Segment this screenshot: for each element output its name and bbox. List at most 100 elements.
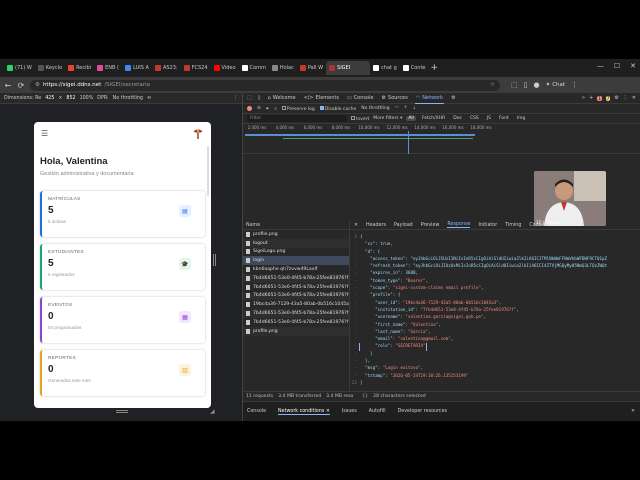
filter-type-css[interactable]: CSS xyxy=(468,116,481,121)
more-tabs-icon[interactable]: » xyxy=(582,95,585,101)
request-row[interactable]: profile.png xyxy=(243,326,349,336)
url-field[interactable]: ⚙ https://sigei.ddns.net/SIGEI/secretari… xyxy=(30,79,500,91)
close-icon[interactable]: ✕ xyxy=(630,62,636,70)
request-row[interactable]: SigeiLogo.png xyxy=(243,248,349,257)
card-eventos[interactable]: EVENTOS 0 54 programados ▦ xyxy=(40,297,205,343)
browser-tab[interactable]: FCS24 xyxy=(181,61,211,75)
viewport-resize-handle-bottom[interactable] xyxy=(116,410,128,413)
minimize-icon[interactable]: — xyxy=(597,62,604,70)
filter-type-js[interactable]: JS xyxy=(485,116,493,121)
upload-icon[interactable]: ⇡ xyxy=(404,106,408,111)
settings-gear-icon[interactable]: ⚙ xyxy=(614,95,618,101)
throttle-select[interactable]: No throttling xyxy=(113,96,143,101)
new-tab-button[interactable]: + xyxy=(431,63,439,73)
network-throttle-select[interactable]: No throttling xyxy=(361,106,389,111)
width-input[interactable]: 425 xyxy=(45,96,54,101)
split-view-icon[interactable]: ▯ xyxy=(524,81,528,89)
tab-network[interactable]: ◠ Network xyxy=(414,93,445,104)
card-reportes[interactable]: REPORTES 0 Generados este mes ▥ xyxy=(40,350,205,396)
wifi-settings-icon[interactable]: ◠ xyxy=(395,106,399,111)
browser-tab[interactable]: Recibi xyxy=(65,61,94,75)
tab-cookies[interactable]: Cookies xyxy=(529,223,548,228)
record-icon[interactable] xyxy=(247,106,252,111)
height-input[interactable]: 852 xyxy=(66,96,75,101)
browser-tab[interactable]: Comm xyxy=(239,61,269,75)
app-scrollbar[interactable] xyxy=(207,146,209,196)
browser-tab[interactable]: Keyclo xyxy=(35,61,65,75)
request-row[interactable]: 7b4d6651-53e0-4f45-b78a-25fee81976?f xyxy=(243,318,349,327)
browser-tab[interactable]: Conte xyxy=(400,61,429,75)
more-filters-dropdown[interactable]: More filters ▾ xyxy=(373,116,402,121)
request-list-header[interactable]: Name xyxy=(243,221,349,230)
card-matriculas[interactable]: MATRÍCULAS 5 5 activas ▤ xyxy=(40,191,205,237)
tab-console[interactable]: ▭ Console xyxy=(346,93,375,104)
extensions-icon[interactable]: ⬚ xyxy=(511,81,518,89)
viewport-resize-corner-icon[interactable]: ◢ xyxy=(210,408,215,415)
preserve-log-checkbox[interactable]: Preserve log xyxy=(281,105,315,112)
more-options-icon[interactable]: ⋮ xyxy=(233,96,238,101)
request-row[interactable]: login xyxy=(243,256,349,266)
filter-type-all[interactable]: All xyxy=(406,116,416,121)
browser-tab[interactable]: Pall W xyxy=(297,61,326,75)
request-row[interactable]: 7b4d6651-53e0-4f45-b78a-25fee81976?f xyxy=(243,291,349,301)
viewport-resize-handle-right[interactable] xyxy=(213,254,216,266)
request-row[interactable]: logout xyxy=(243,238,349,248)
profile-avatar-icon[interactable]: ● xyxy=(533,81,539,89)
inspect-icon[interactable]: ⬚ xyxy=(247,95,252,101)
reload-icon[interactable]: ⟳ xyxy=(17,81,25,90)
menu-kebab-icon[interactable]: ⋮ xyxy=(571,81,578,89)
dimensions-select[interactable]: Dimensions: Re xyxy=(4,96,41,101)
drawer-tab-network-conditions[interactable]: Network conditions ✕ xyxy=(278,409,330,415)
devtools-close-icon[interactable]: ✕ xyxy=(632,95,636,101)
drawer-tab-issues[interactable]: Issues xyxy=(342,409,357,414)
tab-sources[interactable]: ⚙ Sources xyxy=(381,93,409,104)
request-row[interactable]: 19bc4a36-7129-43a5-80ab-0b516c1045a3 xyxy=(243,300,349,309)
drawer-tab-autofill[interactable]: Autofill xyxy=(369,409,386,414)
warning-badge[interactable]: 7 xyxy=(605,95,611,101)
chat-button[interactable]: ✦ Chat xyxy=(546,82,565,88)
request-row[interactable]: 7b4d6651-53e0-4f45-b78a-25fee81976?f xyxy=(243,273,349,283)
clear-icon[interactable]: ⊘ xyxy=(257,106,261,111)
download-icon[interactable]: ⇣ xyxy=(412,106,416,111)
browser-tab[interactable]: SIGEI xyxy=(326,61,371,75)
device-toggle-icon[interactable]: ▯ xyxy=(258,95,261,101)
tab-welcome[interactable]: ⌂ Welcome xyxy=(267,93,297,104)
card-estudiantes[interactable]: ESTUDIANTES 5 5 registrados 🎓 xyxy=(40,244,205,290)
browser-tab[interactable]: (71) W xyxy=(4,61,35,75)
bookmark-star-icon[interactable]: ☆ xyxy=(490,82,495,88)
close-drawer-tab-icon[interactable]: ✕ xyxy=(326,409,330,414)
request-row[interactable]: profile.png xyxy=(243,230,349,239)
site-info-icon[interactable]: ⚙ xyxy=(35,82,40,88)
maximize-icon[interactable]: ☐ xyxy=(614,62,620,70)
close-request-icon[interactable]: ✕ xyxy=(354,223,358,228)
filter-type-fetch[interactable]: Fetch/XHR xyxy=(420,116,447,121)
request-row[interactable]: 7b4d6651-53e0-4f45-b78a-25fee81976?f xyxy=(243,309,349,318)
search-icon[interactable]: ⌕ xyxy=(274,106,277,112)
error-badge[interactable]: 1 xyxy=(597,95,602,101)
tab-elements[interactable]: </> Elements xyxy=(303,93,340,104)
disable-cache-checkbox[interactable]: Disable cache xyxy=(319,105,356,112)
filter-type-font[interactable]: Font xyxy=(497,116,511,121)
browser-tab[interactable]: Video xyxy=(211,61,239,75)
browser-tab[interactable]: ENB ( xyxy=(94,61,122,75)
drawer-tab-developer-resources[interactable]: Developer resources xyxy=(398,409,447,414)
tab-preview[interactable]: Preview xyxy=(421,223,440,228)
tab-response[interactable]: Response xyxy=(447,222,471,228)
browser-tab[interactable]: chat g xyxy=(370,61,400,75)
browser-tab[interactable]: LUIS A xyxy=(122,61,152,75)
back-arrow-icon[interactable]: ← xyxy=(4,81,12,90)
drawer-tab-console[interactable]: Console xyxy=(247,409,266,414)
filter-input[interactable]: Filter xyxy=(247,115,347,122)
filter-funnel-icon[interactable]: ⏷ xyxy=(266,106,270,112)
zoom-select[interactable]: 100% xyxy=(80,96,94,101)
rotate-icon[interactable]: ⟲ xyxy=(147,96,151,101)
request-row[interactable]: kbn6aaphe qh7zvvw49LaxIf xyxy=(243,265,349,274)
dpr-select[interactable]: DPR: xyxy=(97,96,108,101)
format-braces-icon[interactable]: {} xyxy=(362,394,368,399)
network-timeline-overview[interactable]: 2,000 ms 4,000 ms 6,000 ms 8,000 ms 10,0… xyxy=(243,124,640,154)
response-code[interactable]: 1{- "ss": true, - "d": {- "access_token":… xyxy=(350,230,640,387)
tab-timing[interactable]: Timing xyxy=(505,223,521,228)
tab-performance[interactable]: ⚙ xyxy=(450,93,456,104)
close-drawer-icon[interactable]: ✕ xyxy=(631,409,635,414)
add-tab-icon[interactable]: + xyxy=(589,95,593,101)
